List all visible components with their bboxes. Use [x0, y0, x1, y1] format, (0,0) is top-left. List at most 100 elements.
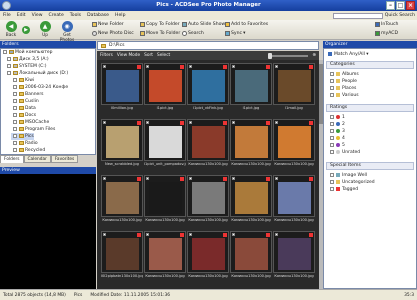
address-bar[interactable]: D:\Pics: [97, 41, 319, 50]
category-checkbox[interactable]: [330, 71, 334, 76]
thumbnail-frame[interactable]: [273, 63, 315, 105]
thumbnail-frame[interactable]: [187, 63, 229, 105]
quick-search-input[interactable]: [332, 12, 383, 19]
tree-checkbox[interactable]: [13, 140, 17, 145]
tree-item-system[interactable]: SYSTEM (C:): [5, 63, 47, 70]
thumbnail[interactable]: Комиксы130x100.jpg: [144, 231, 186, 279]
rating-item[interactable]: Unrated: [328, 149, 360, 156]
tag-icon[interactable]: [266, 233, 270, 237]
back-button[interactable]: ◀ Back: [3, 21, 19, 38]
tree-item-folder[interactable]: Cuslin: [11, 98, 39, 105]
rating-checkbox[interactable]: [330, 142, 334, 147]
tree-item-local-disk[interactable]: Локальный диск (D:): [5, 70, 68, 77]
thumbnail-checkbox[interactable]: [189, 177, 192, 180]
tree-checkbox[interactable]: [7, 63, 11, 68]
tag-icon[interactable]: [223, 65, 227, 69]
thumbnail[interactable]: l1pict.jpg: [144, 63, 186, 111]
tree-item-folder[interactable]: 2006-03-24 Конфе: [11, 84, 68, 91]
thumbnail[interactable]: New_scrabbled.jpg: [101, 119, 143, 167]
menu-tools[interactable]: Tools: [70, 13, 81, 18]
tag-icon[interactable]: [137, 65, 141, 69]
thumbnail-frame[interactable]: [230, 231, 272, 273]
tag-icon[interactable]: [223, 233, 227, 237]
thumbnail-checkbox[interactable]: [103, 177, 106, 180]
tree-item-folder[interactable]: Banners: [11, 91, 44, 98]
tag-icon[interactable]: [309, 177, 313, 181]
tag-icon[interactable]: [309, 233, 313, 237]
thumbnail-checkbox[interactable]: [189, 65, 192, 68]
rating-checkbox[interactable]: [330, 114, 334, 119]
thumbnail[interactable]: Комиксы130x100.jpg: [273, 119, 315, 167]
tree-checkbox[interactable]: [13, 98, 17, 103]
slider-knob[interactable]: [268, 52, 273, 59]
menu-file[interactable]: File: [3, 13, 11, 18]
thumbnail[interactable]: Комиксы130x100.jpg: [187, 231, 229, 279]
thumbnail-checkbox[interactable]: [146, 65, 149, 68]
thumbnail-frame[interactable]: [230, 63, 272, 105]
thumbnail-frame[interactable]: [144, 231, 186, 273]
zoom-in-icon[interactable]: ⊕: [312, 53, 316, 58]
rating-item[interactable]: 2: [328, 121, 345, 128]
thumbnail-checkbox[interactable]: [275, 233, 278, 236]
myacd-button[interactable]: myACD: [375, 31, 398, 36]
thumbnail-checkbox[interactable]: [232, 233, 235, 236]
thumbnail-checkbox[interactable]: [189, 121, 192, 124]
ratings-section[interactable]: Ratings: [326, 104, 414, 112]
thumbnail-checkbox[interactable]: [232, 177, 235, 180]
tab-calendar[interactable]: Calendar: [23, 155, 51, 163]
thumbnail[interactable]: Комиксы130x100.jpg: [273, 231, 315, 279]
select-button[interactable]: Select: [157, 53, 170, 58]
sort-button[interactable]: Sort: [144, 53, 153, 58]
folder-tree[interactable]: Мой компьютер Диск 3,5 (A:) SYSTEM (C:) …: [0, 48, 96, 155]
tag-icon[interactable]: [223, 177, 227, 181]
rating-item[interactable]: 3: [328, 128, 345, 135]
category-checkbox[interactable]: [330, 85, 334, 90]
thumbnail-frame[interactable]: [101, 231, 143, 273]
tag-icon[interactable]: [137, 121, 141, 125]
thumbnail[interactable]: Комиксы130x100.jpg: [230, 175, 272, 223]
thumbnail-frame[interactable]: [101, 63, 143, 105]
category-item[interactable]: Albums: [328, 71, 359, 78]
tag-icon[interactable]: [180, 233, 184, 237]
special-item[interactable]: Tagged: [328, 186, 358, 193]
thumbnail-checkbox[interactable]: [103, 65, 106, 68]
view-mode-button[interactable]: View Mode: [117, 53, 140, 58]
tree-checkbox[interactable]: [13, 133, 17, 138]
thumbnail[interactable]: Комиксы130x100.jpg: [187, 119, 229, 167]
special-checkbox[interactable]: [330, 172, 334, 177]
minimize-button[interactable]: –: [386, 1, 395, 10]
thumbnail[interactable]: Комиксы130x100.jpg: [273, 175, 315, 223]
tree-checkbox[interactable]: [13, 77, 17, 82]
thumbnail-frame[interactable]: [187, 231, 229, 273]
thumbnail-checkbox[interactable]: [232, 121, 235, 124]
tree-item-folder[interactable]: Docs: [11, 112, 36, 119]
intouch-button[interactable]: InTouch: [375, 22, 398, 27]
thumbnail-checkbox[interactable]: [146, 121, 149, 124]
move-to-folder-button[interactable]: Move To Folder: [140, 31, 180, 36]
thumbnail[interactable]: l0l2pipbatn130x100.jpg: [101, 231, 143, 279]
new-folder-button[interactable]: New Folder: [92, 22, 124, 27]
thumbnail[interactable]: l0million.jpg: [101, 63, 143, 111]
thumbnail-frame[interactable]: [273, 231, 315, 273]
forward-button[interactable]: ▶: [19, 26, 33, 35]
tree-item-folder[interactable]: Radio: [11, 140, 38, 147]
tag-icon[interactable]: [180, 177, 184, 181]
tree-checkbox[interactable]: [13, 119, 17, 124]
thumbnail-frame[interactable]: [144, 63, 186, 105]
thumbnail-checkbox[interactable]: [275, 177, 278, 180]
rating-item[interactable]: 5: [328, 142, 345, 149]
category-checkbox[interactable]: [330, 92, 334, 97]
tag-icon[interactable]: [137, 177, 141, 181]
menu-edit[interactable]: Edit: [17, 13, 26, 18]
auto-slide-show-button[interactable]: Auto Slide Show: [182, 22, 225, 27]
tag-icon[interactable]: [309, 65, 313, 69]
special-item[interactable]: Image Well: [328, 172, 367, 179]
menu-database[interactable]: Database: [87, 13, 109, 18]
category-checkbox[interactable]: [330, 78, 334, 83]
special-items-section[interactable]: Special Items: [326, 162, 414, 170]
tree-item-folder[interactable]: MSOCache: [11, 119, 49, 126]
tree-item-folder[interactable]: Program Files: [11, 126, 55, 133]
thumbnail-checkbox[interactable]: [275, 65, 278, 68]
tab-folders[interactable]: Folders: [0, 155, 24, 163]
special-checkbox[interactable]: [330, 179, 334, 184]
